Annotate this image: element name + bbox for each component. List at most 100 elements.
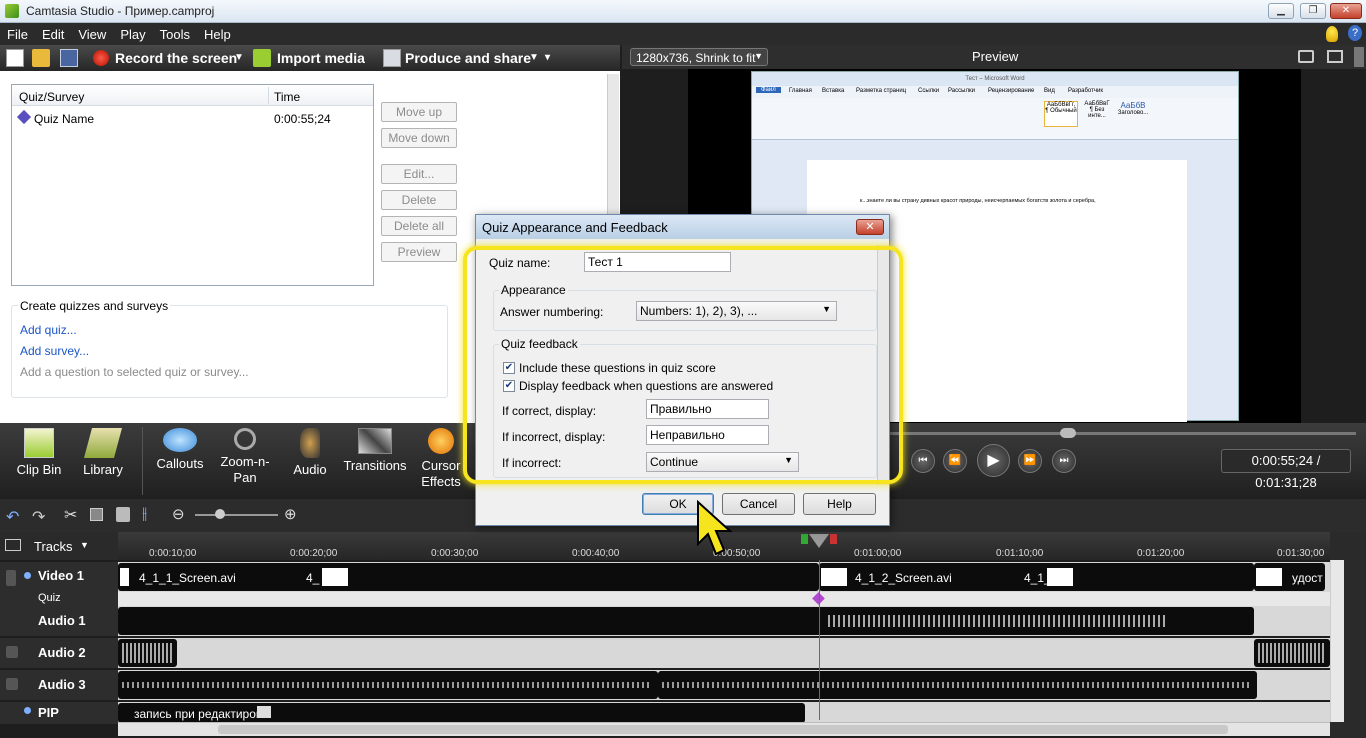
close-button[interactable]: ✕ bbox=[1330, 3, 1362, 19]
col-time[interactable]: Time bbox=[274, 90, 300, 104]
toolbar-overflow-arrow[interactable]: ▾ bbox=[545, 52, 550, 63]
save-project-icon[interactable] bbox=[60, 49, 78, 67]
clip-audio1[interactable] bbox=[118, 607, 1254, 635]
dialog-close-button[interactable]: ✕ bbox=[856, 219, 884, 235]
produce-dropdown-arrow[interactable]: ▼ bbox=[529, 52, 539, 63]
play-button[interactable]: ▶ bbox=[977, 444, 1010, 477]
lane-audio2[interactable] bbox=[118, 638, 1330, 668]
dialog-scrollbar[interactable] bbox=[877, 245, 889, 485]
display-feedback-checkbox[interactable]: ✔ bbox=[503, 380, 515, 392]
seek-thumb[interactable] bbox=[1060, 428, 1076, 438]
import-media-button[interactable]: Import media bbox=[277, 50, 365, 66]
preview-scroll-icon[interactable] bbox=[1354, 47, 1364, 67]
zoom-slider-thumb[interactable] bbox=[215, 509, 225, 519]
library-tool[interactable]: Library bbox=[70, 423, 136, 498]
timeline-v-scrollbar[interactable] bbox=[1330, 560, 1344, 722]
audio-tool[interactable]: Audio bbox=[277, 423, 343, 498]
delete-all-button[interactable]: Delete all bbox=[381, 216, 457, 236]
produce-icon[interactable] bbox=[383, 49, 401, 67]
zoom-out-icon[interactable]: ⊖ bbox=[172, 505, 185, 523]
if-incorrect-input[interactable]: Неправильно bbox=[646, 425, 769, 445]
move-up-button[interactable]: Move up bbox=[381, 102, 457, 122]
help-button[interactable]: Help bbox=[803, 493, 876, 515]
minimize-button[interactable]: ▁ bbox=[1268, 3, 1294, 19]
tip-bulb-icon[interactable] bbox=[1326, 26, 1338, 42]
clip-audio3-b[interactable] bbox=[658, 671, 1257, 699]
tracks-dropdown-arrow[interactable]: ▼ bbox=[80, 540, 89, 550]
split-icon[interactable]: ⫲ bbox=[142, 505, 147, 523]
lane-video1[interactable]: 4_1_1_Screen.avi 4_ 4_1_2_Screen.avi 4_1… bbox=[118, 562, 1330, 592]
open-project-icon[interactable] bbox=[32, 49, 50, 67]
produce-share-button[interactable]: Produce and share bbox=[405, 50, 531, 66]
track-header-quiz[interactable]: Quiz bbox=[0, 592, 118, 606]
lane-audio3[interactable] bbox=[118, 670, 1330, 700]
cut-icon[interactable]: ✂ bbox=[64, 505, 77, 525]
detach-preview-icon[interactable] bbox=[1327, 50, 1343, 63]
h-scroll-thumb[interactable] bbox=[218, 725, 1228, 734]
menu-edit[interactable]: Edit bbox=[35, 23, 71, 46]
go-to-start-button[interactable]: ⏮ bbox=[911, 449, 935, 473]
selection-start-marker[interactable] bbox=[801, 534, 808, 544]
answer-numbering-select[interactable]: Numbers: 1), 2), 3), ... ▼ bbox=[636, 301, 837, 321]
new-project-icon[interactable] bbox=[6, 49, 24, 67]
copy-icon[interactable] bbox=[90, 508, 103, 521]
add-survey-link[interactable]: Add survey... bbox=[20, 344, 89, 358]
clip-video1-b[interactable]: 4_1_2_Screen.avi 4_1_ bbox=[819, 563, 1254, 591]
import-media-icon[interactable] bbox=[253, 49, 271, 67]
menu-play[interactable]: Play bbox=[113, 23, 152, 46]
lane-audio1[interactable] bbox=[118, 606, 1330, 636]
playhead-handle[interactable] bbox=[809, 534, 829, 548]
help-icon[interactable]: ? bbox=[1348, 25, 1362, 41]
delete-button[interactable]: Delete bbox=[381, 190, 457, 210]
column-divider[interactable] bbox=[268, 87, 269, 104]
edit-button[interactable]: Edit... bbox=[381, 164, 457, 184]
rewind-button[interactable]: ⏪ bbox=[943, 449, 967, 473]
tracks-icon[interactable] bbox=[5, 539, 21, 551]
menu-help[interactable]: Help bbox=[197, 23, 238, 46]
zoom-in-icon[interactable]: ⊕ bbox=[284, 505, 297, 523]
move-down-button[interactable]: Move down bbox=[381, 128, 457, 148]
menu-view[interactable]: View bbox=[71, 23, 113, 46]
if-correct-input[interactable]: Правильно bbox=[646, 399, 769, 419]
track-lock-icon[interactable] bbox=[6, 646, 18, 658]
clip-audio2-a[interactable] bbox=[118, 639, 177, 667]
add-quiz-link[interactable]: Add quiz... bbox=[20, 323, 77, 337]
redo-icon[interactable]: ↷ bbox=[32, 507, 45, 527]
zoom-slider[interactable] bbox=[195, 514, 278, 516]
track-header-pip[interactable]: PIP bbox=[0, 702, 118, 724]
menu-file[interactable]: File bbox=[0, 23, 35, 46]
record-dropdown-arrow[interactable]: ▼ bbox=[234, 52, 244, 63]
timeline-h-scrollbar[interactable] bbox=[118, 722, 1330, 736]
clip-bin-tool[interactable]: Clip Bin bbox=[6, 423, 72, 498]
if-incorrect-select[interactable]: Continue ▼ bbox=[646, 452, 799, 472]
zoom-n-pan-tool[interactable]: Zoom-n-Pan bbox=[212, 423, 278, 498]
clip-video1-a[interactable]: 4_1_1_Screen.avi 4_ bbox=[118, 563, 819, 591]
include-score-checkbox[interactable]: ✔ bbox=[503, 362, 515, 374]
record-icon[interactable] bbox=[93, 50, 109, 66]
cursor-effects-tool[interactable]: Cursor Effects bbox=[408, 423, 474, 498]
quiz-row[interactable]: Quiz Name 0:00:55;24 bbox=[12, 109, 373, 129]
maximize-button[interactable]: ❐ bbox=[1300, 3, 1326, 19]
quiz-list[interactable]: Quiz/Survey Time Quiz Name 0:00:55;24 bbox=[11, 84, 374, 286]
canvas-size-select[interactable]: 1280x736, Shrink to fit ▼ bbox=[630, 48, 768, 66]
lane-pip[interactable]: запись при редактиров bbox=[118, 702, 1330, 724]
callouts-tool[interactable]: Callouts bbox=[147, 423, 213, 498]
track-lock-icon[interactable] bbox=[6, 678, 18, 690]
col-quiz-survey[interactable]: Quiz/Survey bbox=[19, 90, 84, 104]
menu-tools[interactable]: Tools bbox=[153, 23, 197, 46]
fullscreen-icon[interactable] bbox=[1298, 50, 1314, 63]
paste-icon[interactable] bbox=[116, 507, 130, 522]
go-to-end-button[interactable]: ⏭ bbox=[1052, 449, 1076, 473]
selection-end-marker[interactable] bbox=[830, 534, 837, 544]
clip-video1-c[interactable]: удост bbox=[1254, 563, 1325, 591]
clip-pip[interactable]: запись при редактиров bbox=[118, 703, 805, 723]
undo-icon[interactable]: ↶ bbox=[6, 507, 19, 527]
track-lock-icon[interactable] bbox=[6, 570, 16, 586]
transitions-tool[interactable]: Transitions bbox=[342, 423, 408, 498]
record-screen-button[interactable]: Record the screen bbox=[115, 50, 237, 66]
lane-quiz[interactable] bbox=[118, 592, 1330, 606]
preview-seek-bar[interactable] bbox=[870, 432, 1356, 435]
track-header-audio1[interactable]: Audio 1 bbox=[0, 606, 118, 636]
clip-audio3-a[interactable] bbox=[118, 671, 658, 699]
track-header-audio2[interactable]: Audio 2 bbox=[0, 638, 118, 668]
